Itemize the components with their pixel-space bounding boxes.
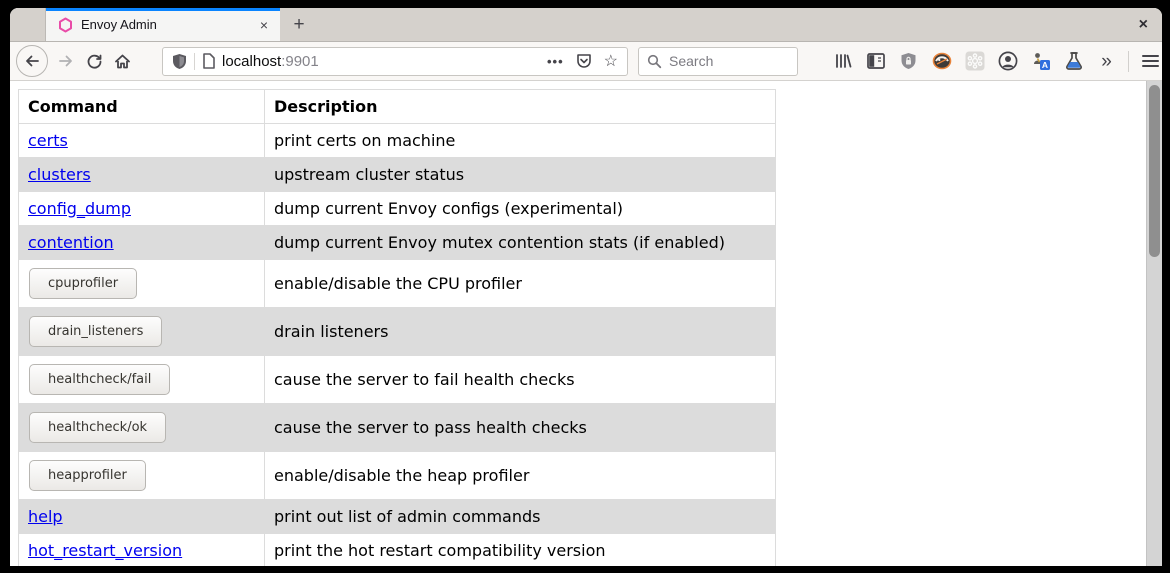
table-row: heapprofiler enable/disable the heap prof… [19, 452, 776, 500]
table-row: certs print certs on machine [19, 124, 776, 158]
table-row: cpuprofiler enable/disable the CPU profil… [19, 260, 776, 308]
description-cell: dump current Envoy mutex contention stat… [265, 226, 776, 260]
table-row: healthcheck/ok cause the server to pass h… [19, 404, 776, 452]
flask-extension-icon[interactable] [1063, 51, 1084, 72]
command-cell: hot_restart_version [19, 534, 265, 567]
active-tab-indicator [46, 8, 280, 11]
command-cell: drain_listeners [19, 308, 265, 356]
forward-button[interactable] [52, 47, 80, 75]
titlebar-spacer [10, 8, 46, 41]
page-actions-icon[interactable]: ••• [547, 54, 564, 69]
command-cell: config_dump [19, 192, 265, 226]
command-cell: certs [19, 124, 265, 158]
toolbar-icons: A » [826, 51, 1162, 72]
vertical-scrollbar[interactable] [1146, 81, 1162, 566]
command-column-header: Command [19, 90, 265, 124]
hamburger-menu-icon[interactable] [1140, 51, 1161, 72]
description-cell: drain listeners [265, 308, 776, 356]
reload-button[interactable] [80, 47, 108, 75]
command-cell: contention [19, 226, 265, 260]
url-bar[interactable]: localhost:9901 ••• ☆ [162, 47, 628, 76]
desktop-background: { "window": { "close_glyph": "×" }, "tab… [0, 0, 1170, 573]
back-button[interactable] [16, 45, 48, 77]
command-button[interactable]: healthcheck/fail [29, 364, 170, 395]
page-content: Command Description certs print certs on … [10, 81, 1162, 566]
library-icon[interactable] [832, 51, 853, 72]
url-port: :9901 [281, 53, 319, 70]
command-link[interactable]: help [28, 507, 63, 526]
command-cell: healthcheck/fail [19, 356, 265, 404]
window-close-button[interactable]: × [1125, 16, 1162, 34]
overflow-glyph: » [1101, 52, 1112, 71]
command-cell: help [19, 500, 265, 534]
command-button[interactable]: heapprofiler [29, 460, 146, 491]
overflow-menu-icon[interactable]: » [1096, 51, 1117, 72]
description-cell: print the hot restart compatibility vers… [265, 534, 776, 567]
envoy-favicon-icon [58, 17, 73, 33]
badger-extension-icon[interactable] [931, 51, 952, 72]
command-button[interactable]: drain_listeners [29, 316, 162, 347]
tracking-protection-shield-icon[interactable] [172, 53, 187, 70]
bookmark-star-icon[interactable]: ☆ [604, 51, 618, 71]
table-row: config_dump dump current Envoy configs (e… [19, 192, 776, 226]
command-cell: clusters [19, 158, 265, 192]
command-cell: heapprofiler [19, 452, 265, 500]
description-column-header: Description [265, 90, 776, 124]
command-link[interactable]: hot_restart_version [28, 541, 182, 560]
table-header-row: Command Description [19, 90, 776, 124]
description-cell: cause the server to fail health checks [265, 356, 776, 404]
description-cell: upstream cluster status [265, 158, 776, 192]
tab-bar: Envoy Admin × + × [10, 8, 1162, 42]
browser-window: Envoy Admin × + × [10, 8, 1162, 566]
tab-envoy-admin[interactable]: Envoy Admin × [46, 8, 280, 41]
description-cell: enable/disable the CPU profiler [265, 260, 776, 308]
sidebar-icon[interactable] [865, 51, 886, 72]
command-button[interactable]: cpuprofiler [29, 268, 137, 299]
tab-close-button[interactable]: × [256, 17, 272, 33]
svg-text:A: A [1041, 60, 1047, 70]
pocket-icon[interactable] [576, 53, 592, 69]
navigation-toolbar: localhost:9901 ••• ☆ [10, 42, 1162, 81]
command-link[interactable]: certs [28, 131, 68, 150]
admin-commands-table: Command Description certs print certs on … [18, 89, 776, 566]
table-row: drain_listeners drain listeners [19, 308, 776, 356]
url-host: localhost [222, 53, 281, 70]
toolbar-separator [1128, 51, 1129, 72]
search-icon [647, 54, 662, 69]
command-link[interactable]: config_dump [28, 199, 131, 218]
table-row: help print out list of admin commands [19, 500, 776, 534]
command-table-body: certs print certs on machine clusters upstr… [19, 124, 776, 567]
table-row: healthcheck/fail cause the server to fail… [19, 356, 776, 404]
description-cell: print certs on machine [265, 124, 776, 158]
search-input[interactable] [669, 53, 789, 69]
command-link[interactable]: clusters [28, 165, 91, 184]
account-icon[interactable] [997, 51, 1018, 72]
command-cell: healthcheck/ok [19, 404, 265, 452]
command-link[interactable]: contention [28, 233, 114, 252]
page-info-icon[interactable] [202, 53, 215, 69]
description-cell: dump current Envoy configs (experimental… [265, 192, 776, 226]
description-cell: enable/disable the heap profiler [265, 452, 776, 500]
command-cell: cpuprofiler [19, 260, 265, 308]
urlbar-separator [194, 53, 195, 70]
command-button[interactable]: healthcheck/ok [29, 412, 166, 443]
scrollbar-thumb[interactable] [1149, 85, 1160, 257]
table-row: clusters upstream cluster status [19, 158, 776, 192]
description-cell: cause the server to pass health checks [265, 404, 776, 452]
translate-extension-icon[interactable]: A [1030, 51, 1051, 72]
envoy-admin-page: Command Description certs print certs on … [10, 81, 1146, 566]
disabled-extension-icon[interactable] [964, 51, 985, 72]
home-button[interactable] [108, 47, 136, 75]
table-row: hot_restart_version print the hot restart… [19, 534, 776, 567]
new-tab-button[interactable]: + [284, 8, 314, 41]
tab-title: Envoy Admin [81, 17, 256, 32]
shield-lock-icon[interactable] [898, 51, 919, 72]
search-bar[interactable] [638, 47, 798, 76]
description-cell: print out list of admin commands [265, 500, 776, 534]
table-row: contention dump current Envoy mutex conte… [19, 226, 776, 260]
url-text[interactable]: localhost:9901 [222, 53, 319, 70]
